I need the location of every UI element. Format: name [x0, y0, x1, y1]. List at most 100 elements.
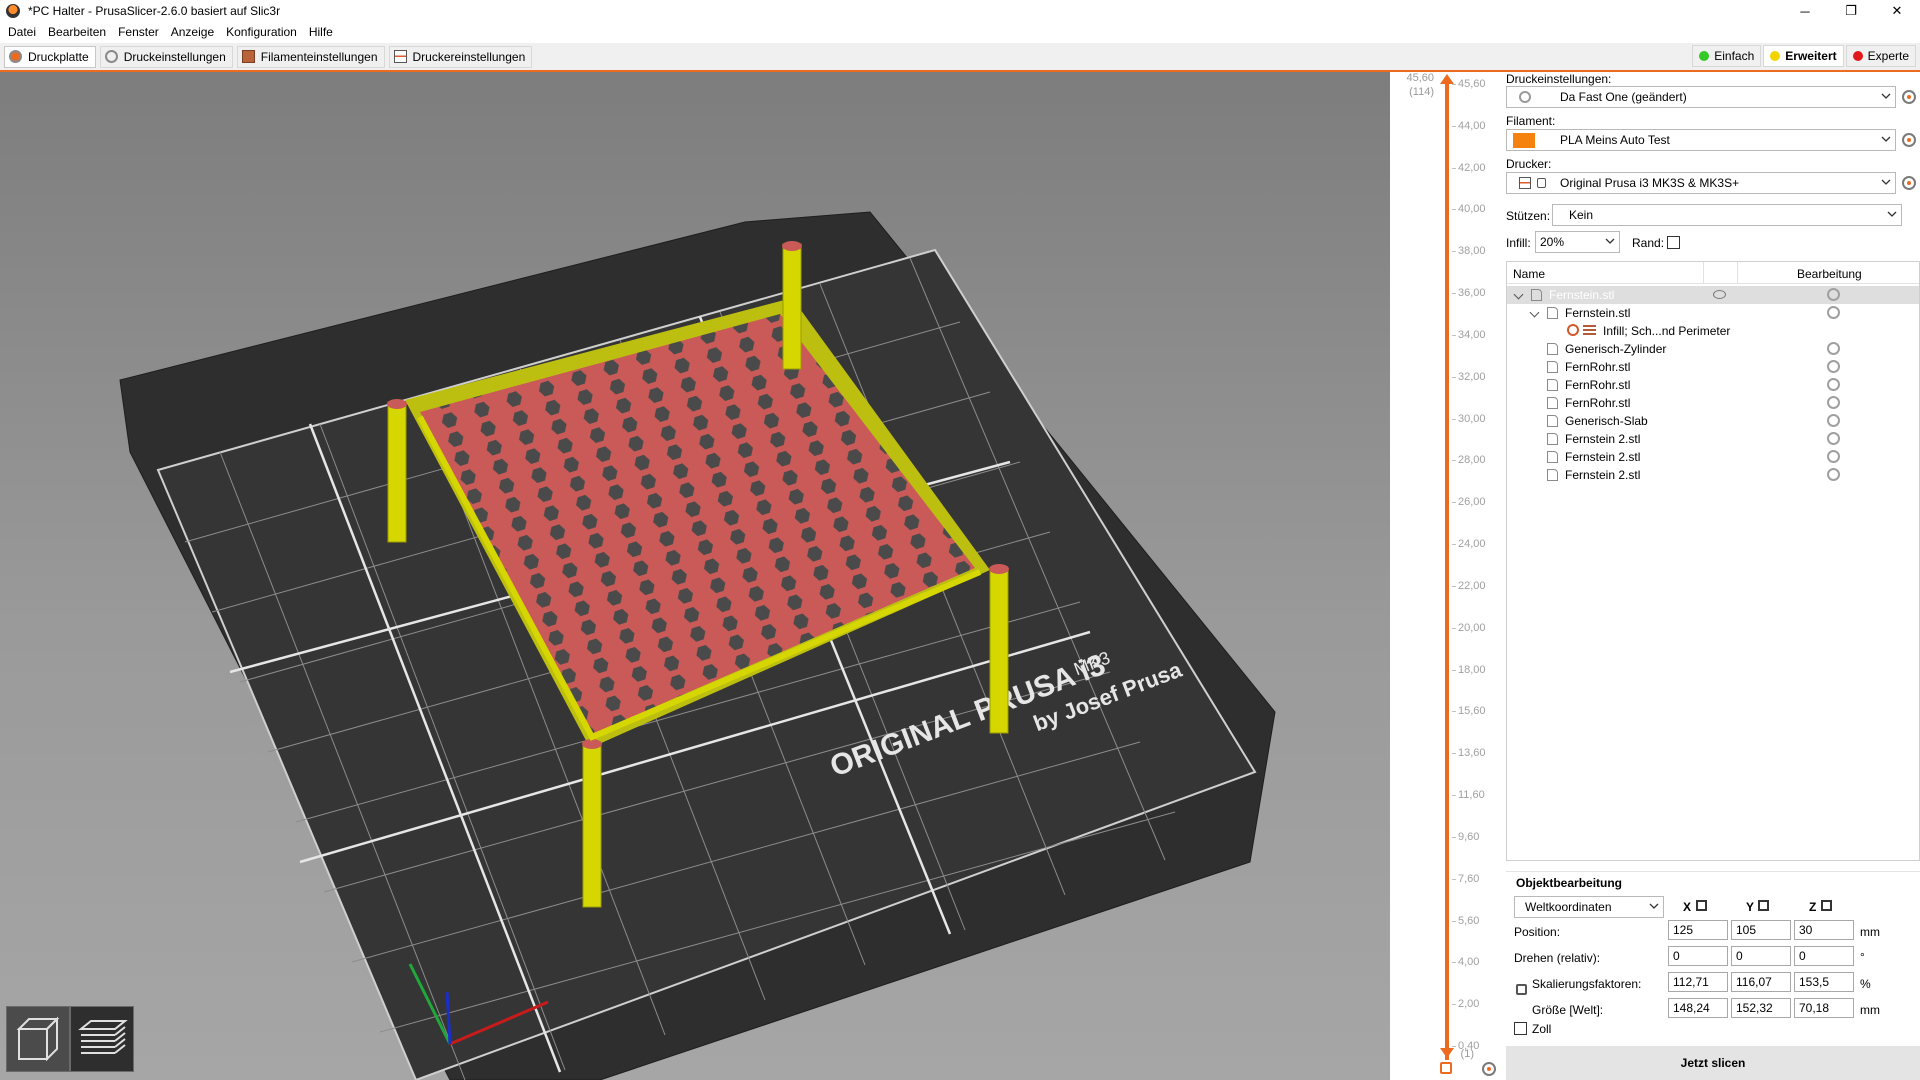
brim-checkbox[interactable] — [1667, 236, 1680, 249]
right-sidebar: Druckeinstellungen: Da Fast One (geänder… — [1506, 72, 1920, 1080]
chevron-down-icon — [1649, 903, 1659, 909]
object-row[interactable]: Fernstein.stl — [1507, 286, 1919, 304]
3d-view-button[interactable] — [6, 1006, 70, 1072]
infill-label: Infill: — [1506, 236, 1531, 250]
layer-tick-label: 34,00 — [1458, 328, 1486, 341]
minimize-button[interactable]: ─ — [1782, 0, 1828, 22]
lock-icon[interactable] — [1516, 984, 1527, 995]
axis-z-label: Z — [1809, 900, 1817, 914]
close-button[interactable]: ✕ — [1874, 0, 1920, 22]
object-manipulation-panel: Objektbearbeitung Weltkoordinaten X Y Z … — [1506, 871, 1920, 1036]
position-x-field[interactable]: 125 — [1668, 920, 1728, 940]
object-settings-gear-icon[interactable] — [1827, 468, 1840, 481]
rotation-x-field[interactable]: 0 — [1668, 946, 1728, 966]
volume-row[interactable]: Fernstein 2.stl — [1507, 466, 1919, 484]
size-y-field[interactable]: 152,32 — [1731, 998, 1791, 1018]
eye-icon[interactable] — [1713, 290, 1726, 299]
column-edit[interactable]: Bearbeitung — [1797, 267, 1862, 281]
menu-fenster[interactable]: Fenster — [112, 25, 165, 39]
layer-tick-mark — [1452, 334, 1456, 336]
inch-checkbox[interactable] — [1514, 1022, 1527, 1035]
print-bed-scene: ORIGINAL PRUSA i3 MK3 by Josef Prusa — [119, 211, 1276, 1080]
object-settings-gear-icon[interactable] — [1827, 342, 1840, 355]
coordinate-system-combo[interactable]: Weltkoordinaten — [1514, 896, 1664, 918]
mode-erweitert[interactable]: Erweitert — [1763, 45, 1844, 67]
volume-row[interactable]: Fernstein.stl — [1507, 304, 1919, 322]
filament-color-swatch — [1513, 133, 1535, 148]
volume-row[interactable]: FernRohr.stl — [1507, 376, 1919, 394]
volume-row[interactable]: Generisch-Zylinder — [1507, 340, 1919, 358]
column-name[interactable]: Name — [1513, 267, 1545, 281]
layer-slider-top-thumb[interactable] — [1440, 74, 1454, 84]
object-settings-gear-icon[interactable] — [1827, 288, 1840, 301]
object-settings-gear-icon[interactable] — [1827, 414, 1840, 427]
position-y-field[interactable]: 105 — [1731, 920, 1791, 940]
chevron-down-icon — [1881, 93, 1891, 99]
size-x-field[interactable]: 148,24 — [1668, 998, 1728, 1018]
size-z-field[interactable]: 70,18 — [1794, 998, 1854, 1018]
expand-arrow-icon[interactable] — [1529, 307, 1540, 318]
drop-to-bed-y-icon[interactable] — [1758, 900, 1769, 911]
position-z-field[interactable]: 30 — [1794, 920, 1854, 940]
object-settings-gear-icon[interactable] — [1827, 396, 1840, 409]
expand-arrow-icon[interactable] — [1513, 289, 1524, 300]
maximize-button[interactable]: ❐ — [1828, 0, 1874, 22]
slice-now-button[interactable]: Jetzt slicen — [1506, 1046, 1920, 1080]
menu-datei[interactable]: Datei — [2, 25, 42, 39]
3d-preview-viewport[interactable]: ORIGINAL PRUSA i3 MK3 by Josef Prusa — [0, 72, 1390, 1080]
menu-bearbeiten[interactable]: Bearbeiten — [42, 25, 112, 39]
volume-row[interactable]: Fernstein 2.stl — [1507, 448, 1919, 466]
layers-icon — [1583, 325, 1596, 336]
printer-combo[interactable]: Original Prusa i3 MK3S & MK3S+ — [1506, 172, 1896, 194]
volume-row[interactable]: Generisch-Slab — [1507, 412, 1919, 430]
supports-combo[interactable]: Kein — [1552, 204, 1902, 226]
menu-anzeige[interactable]: Anzeige — [165, 25, 220, 39]
printer-edit-gear-icon[interactable] — [1902, 176, 1916, 190]
print-settings-combo[interactable]: Da Fast One (geändert) — [1506, 86, 1896, 108]
preview-layers-button[interactable] — [70, 1006, 134, 1072]
object-settings-gear-icon[interactable] — [1827, 378, 1840, 391]
layer-tick-label: 22,00 — [1458, 579, 1486, 592]
tab-druckplatte[interactable]: Druckplatte — [4, 45, 96, 68]
settings-item[interactable]: Infill; Sch...nd Perimeter — [1507, 322, 1919, 340]
volume-row[interactable]: FernRohr.stl — [1507, 394, 1919, 412]
layer-tick-label: 5,60 — [1458, 914, 1480, 927]
rotation-z-field[interactable]: 0 — [1794, 946, 1854, 966]
mode-einfach[interactable]: Einfach — [1692, 45, 1762, 67]
menu-konfiguration[interactable]: Konfiguration — [220, 25, 303, 39]
scale-x-field[interactable]: 112,71 — [1668, 972, 1728, 992]
layer-tick-label: 9,60 — [1458, 830, 1480, 843]
drop-to-bed-z-icon[interactable] — [1821, 900, 1832, 911]
rotation-y-field[interactable]: 0 — [1731, 946, 1791, 966]
menu-hilfe[interactable]: Hilfe — [303, 25, 339, 39]
object-part-icon — [1547, 361, 1558, 373]
object-part-icon — [1547, 469, 1558, 481]
scale-y-field[interactable]: 116,07 — [1731, 972, 1791, 992]
chevron-down-icon — [1887, 211, 1897, 217]
mode-experte[interactable]: Experte — [1845, 45, 1916, 67]
lock-icon[interactable] — [1440, 1062, 1452, 1074]
layer-slider-rail[interactable] — [1445, 80, 1449, 1060]
tab-filamenteinstellungen[interactable]: Filamenteinstellungen — [236, 45, 385, 68]
object-settings-gear-icon[interactable] — [1827, 306, 1840, 319]
drop-to-bed-x-icon[interactable] — [1696, 900, 1707, 911]
layer-settings-gear-icon[interactable] — [1482, 1062, 1496, 1076]
filament-edit-gear-icon[interactable] — [1902, 133, 1916, 147]
object-settings-gear-icon[interactable] — [1827, 450, 1840, 463]
object-settings-gear-icon[interactable] — [1827, 360, 1840, 373]
size-label: Größe [Welt]: — [1532, 1003, 1604, 1017]
scale-z-field[interactable]: 153,5 — [1794, 972, 1854, 992]
layer-tick-mark — [1452, 711, 1456, 713]
tab-druckeinstellungen[interactable]: Druckeinstellungen — [99, 45, 233, 68]
layer-tick-mark — [1452, 836, 1456, 838]
infill-combo[interactable]: 20% — [1535, 231, 1620, 253]
volume-row[interactable]: FernRohr.stl — [1507, 358, 1919, 376]
volume-row[interactable]: Fernstein 2.stl — [1507, 430, 1919, 448]
print-settings-edit-gear-icon[interactable] — [1902, 90, 1916, 104]
object-row-label: FernRohr.stl — [1565, 360, 1631, 374]
filament-combo[interactable]: PLA Meins Auto Test — [1506, 129, 1896, 151]
object-settings-gear-icon[interactable] — [1827, 432, 1840, 445]
layer-tick-mark — [1452, 251, 1456, 253]
tab-druckereinstellungen[interactable]: Druckereinstellungen — [388, 45, 533, 68]
object-row-label: Fernstein 2.stl — [1565, 468, 1641, 482]
